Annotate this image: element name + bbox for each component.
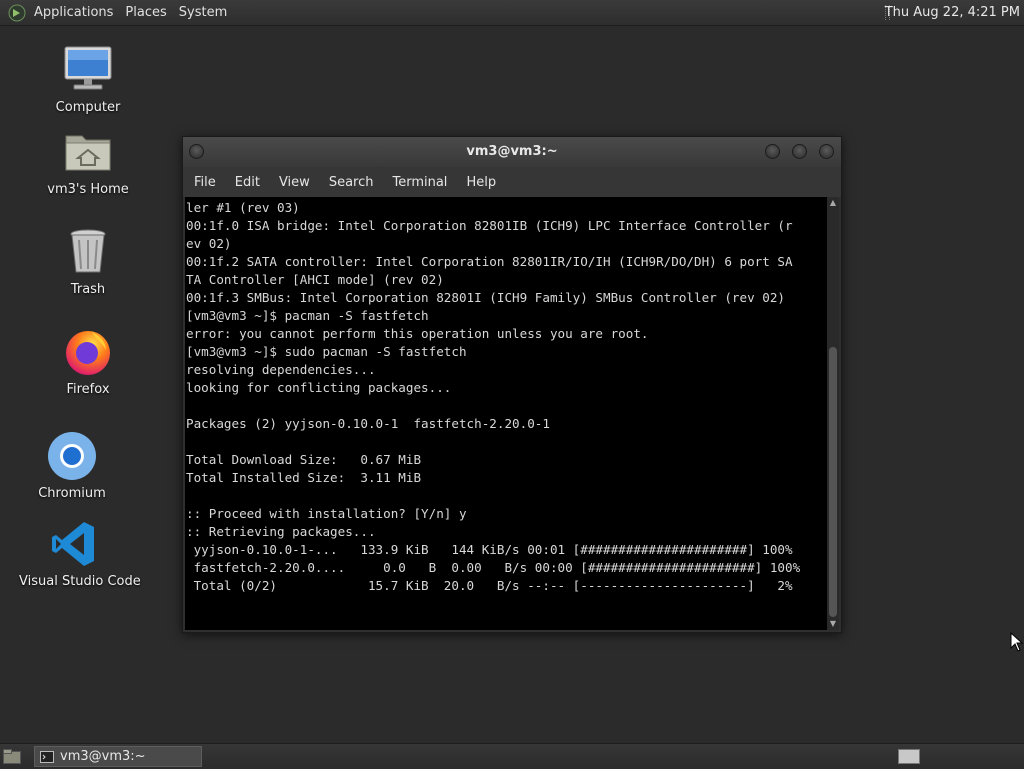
desktop-icon-firefox[interactable]: Firefox xyxy=(33,326,143,397)
taskbar-window-label: vm3@vm3:~ xyxy=(60,749,146,764)
desktop-icon-label: Firefox xyxy=(66,382,110,397)
terminal-line: error: you cannot perform this operation… xyxy=(186,326,649,341)
trash-icon xyxy=(62,226,114,278)
window-title: vm3@vm3:~ xyxy=(466,144,558,159)
desktop-icon-label: vm3's Home xyxy=(47,182,129,197)
menu-file[interactable]: File xyxy=(186,175,224,190)
desktop-icon-chromium[interactable]: Chromium xyxy=(17,430,127,501)
terminal-scrollbar[interactable]: ▲ ▼ xyxy=(827,197,839,630)
system-menu[interactable]: System xyxy=(173,0,233,25)
mate-logo-icon[interactable] xyxy=(8,4,26,22)
terminal-line: 00:1f.0 ISA bridge: Intel Corporation 82… xyxy=(186,218,793,233)
terminal-line: looking for conflicting packages... xyxy=(186,380,452,395)
places-menu[interactable]: Places xyxy=(119,0,172,25)
desktop-icon-label: Trash xyxy=(70,282,106,297)
terminal-icon xyxy=(40,750,54,763)
maximize-button[interactable] xyxy=(792,144,807,159)
terminal-line: resolving dependencies... xyxy=(186,362,376,377)
vscode-icon xyxy=(48,518,100,570)
menu-edit[interactable]: Edit xyxy=(227,175,268,190)
menu-view[interactable]: View xyxy=(271,175,318,190)
home-folder-icon xyxy=(62,126,114,178)
terminal-line: 00:1f.2 SATA controller: Intel Corporati… xyxy=(186,254,793,269)
terminal-line: yyjson-0.10.0-1-... 133.9 KiB 144 KiB/s … xyxy=(186,542,793,557)
firefox-icon xyxy=(62,326,114,378)
close-button[interactable] xyxy=(819,144,834,159)
terminal-line: Total Download Size: 0.67 MiB xyxy=(186,452,422,467)
mouse-cursor-icon xyxy=(1010,632,1024,652)
minimize-button[interactable] xyxy=(765,144,780,159)
scroll-up-arrow-icon[interactable]: ▲ xyxy=(827,197,839,209)
show-desktop-icon[interactable] xyxy=(3,749,21,764)
desktop-icon-vscode[interactable]: Visual Studio Code xyxy=(19,518,141,589)
bottom-panel: vm3@vm3:~ xyxy=(0,743,1024,769)
taskbar-window-button[interactable]: vm3@vm3:~ xyxy=(34,746,202,767)
terminal-line: :: Retrieving packages... xyxy=(186,524,376,539)
desktop-icon-label: Computer xyxy=(55,100,121,115)
terminal-screen[interactable]: ler #1 (rev 03) 00:1f.0 ISA bridge: Intel… xyxy=(185,197,827,630)
clock[interactable]: Thu Aug 22, 4:21 PM xyxy=(885,0,1020,25)
chromium-icon xyxy=(46,430,98,482)
terminal-line: 00:1f.3 SMBus: Intel Corporation 82801I … xyxy=(186,290,785,305)
scrollbar-thumb[interactable] xyxy=(829,347,837,617)
terminal-line: TA Controller [AHCI mode] (rev 02) xyxy=(186,272,444,287)
desktop-icon-computer[interactable]: Computer xyxy=(33,44,143,115)
terminal-menubar: File Edit View Search Terminal Help xyxy=(183,167,841,197)
terminal-line: Total Installed Size: 3.11 MiB xyxy=(186,470,422,485)
computer-icon xyxy=(62,44,114,96)
terminal-window[interactable]: vm3@vm3:~ File Edit View Search Terminal… xyxy=(182,136,842,633)
terminal-output: ler #1 (rev 03) 00:1f.0 ISA bridge: Intel… xyxy=(185,197,827,597)
terminal-line: ler #1 (rev 03) xyxy=(186,200,300,215)
window-titlebar[interactable]: vm3@vm3:~ xyxy=(183,137,841,167)
terminal-line: :: Proceed with installation? [Y/n] y xyxy=(186,506,467,521)
scroll-down-arrow-icon[interactable]: ▼ xyxy=(827,618,839,630)
terminal-line: Total (0/2) 15.7 KiB 20.0 B/s --:-- [---… xyxy=(186,578,793,593)
terminal-line: [vm3@vm3 ~]$ pacman -S fastfetch xyxy=(186,308,429,323)
menu-search[interactable]: Search xyxy=(321,175,382,190)
terminal-line: fastfetch-2.20.0.... 0.0 B 0.00 B/s 00:0… xyxy=(186,560,801,575)
terminal-line: ev 02) xyxy=(186,236,232,251)
terminal-line: Packages (2) yyjson-0.10.0-1 fastfetch-2… xyxy=(186,416,550,431)
desktop-icon-home[interactable]: vm3's Home xyxy=(33,126,143,197)
top-panel: Applications Places System Thu Aug 22, 4… xyxy=(0,0,1024,26)
terminal-line: [vm3@vm3 ~]$ sudo pacman -S fastfetch xyxy=(186,344,467,359)
desktop-icon-label: Visual Studio Code xyxy=(19,574,141,589)
menu-terminal[interactable]: Terminal xyxy=(384,175,455,190)
desktop-icon-label: Chromium xyxy=(38,486,106,501)
workspace-switcher[interactable] xyxy=(898,749,920,764)
menu-help[interactable]: Help xyxy=(458,175,504,190)
desktop-icon-trash[interactable]: Trash xyxy=(33,226,143,297)
applications-menu[interactable]: Applications xyxy=(28,0,119,25)
